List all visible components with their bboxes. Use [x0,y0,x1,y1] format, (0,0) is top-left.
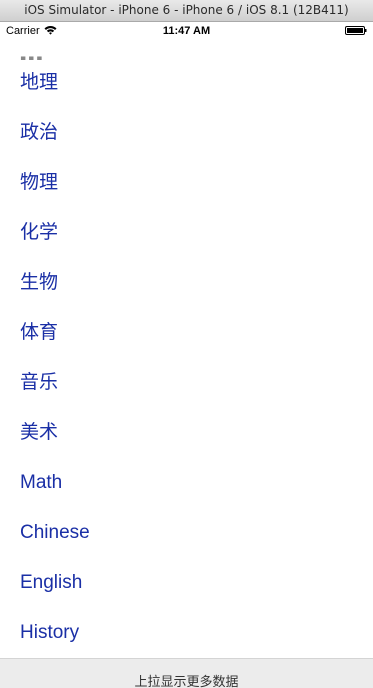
load-more-footer[interactable]: 上拉显示更多数据 [0,658,373,688]
battery-icon [345,26,367,35]
list-item[interactable]: English [20,558,360,608]
simulator-window-title: iOS Simulator - iPhone 6 - iPhone 6 / iO… [0,0,373,22]
list-item[interactable]: 生物 [20,258,360,308]
subject-list[interactable]: ▪▪▪ 地理政治物理化学生物体育音乐美术MathChineseEnglishHi… [0,40,373,658]
list-item[interactable]: 体育 [20,308,360,358]
status-bar: Carrier 11:47 AM [0,22,373,40]
list-item[interactable]: 物理 [20,158,360,208]
list-item[interactable]: History [20,608,360,658]
list-item[interactable]: 化学 [20,208,360,258]
list-item[interactable]: Chinese [20,508,360,558]
list-item[interactable]: 音乐 [20,358,360,408]
list-item[interactable]: 美术 [20,408,360,458]
list-item[interactable]: Math [20,458,360,508]
status-time: 11:47 AM [162,25,211,37]
list-item[interactable]: 政治 [20,108,360,158]
list-item[interactable]: 地理 [20,58,360,108]
